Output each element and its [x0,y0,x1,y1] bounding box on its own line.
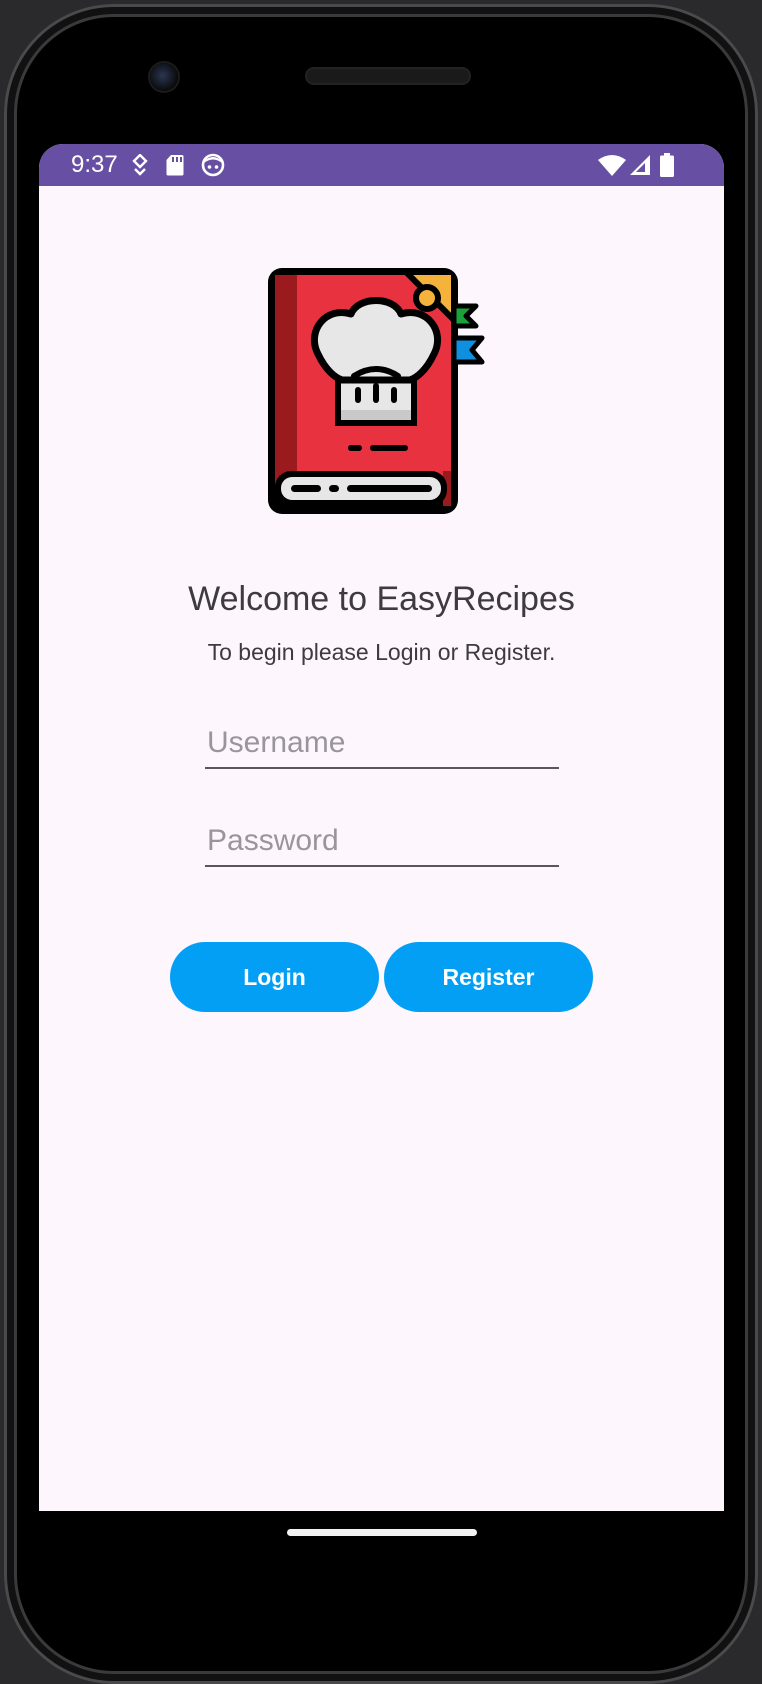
register-button[interactable]: Register [384,942,593,1012]
username-input[interactable] [205,719,561,767]
password-field[interactable] [205,817,561,867]
login-button[interactable]: Login [170,942,379,1012]
navigation-bar [39,1511,724,1561]
cellular-signal-icon [627,152,653,178]
username-field[interactable] [205,719,561,769]
welcome-subtitle: To begin please Login or Register. [207,639,556,665]
earpiece-speaker [305,67,471,85]
password-input[interactable] [205,817,561,865]
battery-icon [657,152,677,178]
sd-card-icon [165,152,185,178]
face-icon [200,152,226,178]
status-time: 9:37 [71,151,118,178]
welcome-title: Welcome to EasyRecipes [188,580,575,618]
home-gesture-handle[interactable] [287,1529,477,1536]
app-screen: 9:37 Welcome to EasyRecipes To begin ple… [39,144,724,1511]
status-bar: 9:37 [39,144,724,186]
recipe-book-chef-hat-icon [268,268,485,514]
front-camera [150,63,178,91]
location-icon [130,152,150,178]
wifi-icon [597,152,627,178]
